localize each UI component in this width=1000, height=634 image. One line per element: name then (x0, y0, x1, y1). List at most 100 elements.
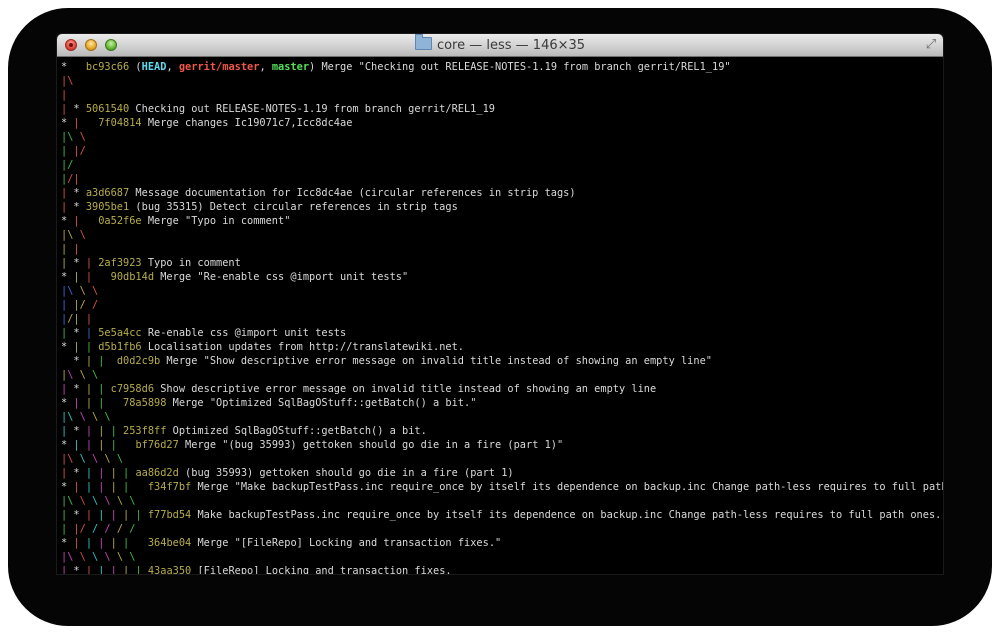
log-segment: Typo in comment (141, 257, 241, 269)
log-segment: | (61, 145, 74, 157)
log-segment: | (61, 201, 74, 213)
terminal-window[interactable]: core — less — 146×35 ⤢ * bc93c66 (HEAD, … (57, 34, 943, 574)
log-segment: Merge "[FileRepo] Locking and transactio… (191, 537, 502, 549)
log-line: | * | | | | aa86d2d (bug 35993) gettoken… (61, 466, 943, 480)
log-segment: | (61, 103, 74, 115)
log-segment: 2af3923 (98, 257, 142, 269)
log-segment: \ (116, 495, 130, 507)
log-line: |\ \ \ \ (61, 410, 943, 424)
log-line: |/| | (61, 312, 943, 326)
log-line: * | 7f04814 Merge changes Ic19071c7,Icc8… (61, 116, 943, 130)
window-title: core — less — 146×35 (436, 38, 586, 53)
log-segment: \ (129, 495, 136, 507)
log-segment: master (271, 61, 310, 73)
log-segment: | (61, 565, 74, 574)
log-segment: \ (104, 411, 111, 423)
log-line: | | (61, 242, 943, 256)
log-segment: \ (104, 453, 117, 465)
log-segment: / (79, 523, 93, 535)
log-line: | * a3d6687 Message documentation for Ic… (61, 186, 943, 200)
log-segment: | (73, 341, 86, 353)
log-segment: bf76d27 (135, 439, 179, 451)
log-segment: (bug 35315) Detect circular references i… (129, 201, 458, 213)
log-segment: | (123, 481, 148, 493)
log-segment: | (61, 425, 74, 437)
log-line: | * | | c7958d6 Show descriptive error m… (61, 382, 943, 396)
log-segment: \ (92, 369, 99, 381)
log-segment: , (259, 61, 272, 73)
log-segment: \ (67, 411, 80, 423)
log-segment: \ (67, 75, 74, 87)
log-segment: | (123, 537, 148, 549)
log-segment: \ (92, 453, 105, 465)
log-line: | |/ / / / / (61, 522, 943, 536)
log-line: |\ \ \ \ \ \ (61, 494, 943, 508)
log-segment: | (123, 565, 136, 574)
log-segment: \ (67, 495, 80, 507)
log-line: * | | | 78a5898 Merge "Optimized SqlBagO… (61, 396, 943, 410)
log-segment: * (61, 537, 74, 549)
log-segment: Merge "Make backupTestPass.inc require_o… (191, 481, 943, 493)
log-line: |\ \ \ \ \ (61, 452, 943, 466)
log-segment: | (85, 467, 99, 479)
log-segment: \ (79, 495, 93, 507)
log-segment: * (61, 341, 74, 353)
log-segment: Merge changes Ic19071c7,Icc8dc4ae (141, 117, 353, 129)
log-segment: \ (104, 495, 117, 507)
log-line: * | | d5b1fb6 Localisation updates from … (61, 340, 943, 354)
log-segment: | (85, 355, 99, 367)
log-segment: Merge "Show descriptive error message on… (160, 355, 712, 367)
log-segment: ( (129, 61, 142, 73)
window-title-area: core — less — 146×35 (57, 34, 943, 54)
log-segment: | (110, 425, 124, 437)
log-segment: | (98, 467, 111, 479)
log-segment: / (79, 299, 93, 311)
log-segment: \ (116, 453, 124, 465)
log-segment: | (61, 243, 74, 255)
log-segment: | (110, 565, 124, 574)
log-segment: | (98, 565, 111, 574)
log-segment: d0d2c9b (116, 355, 161, 367)
log-segment: \ (67, 285, 80, 297)
log-line: | (61, 88, 943, 102)
log-line: | * | | | | | 43aa350 [FileRepo] Locking… (61, 564, 943, 574)
log-segment: | (73, 173, 80, 185)
log-segment: * (73, 257, 86, 269)
log-line: * | | 90db14d Merge "Re-enable css @impo… (61, 270, 943, 284)
log-segment: / (129, 523, 136, 535)
log-line: * | | | | | f34f7bf Merge "Make backupTe… (61, 480, 943, 494)
title-bar[interactable]: core — less — 146×35 ⤢ (57, 34, 943, 57)
log-line: | * | | | | | f77bd54 Make backupTestPas… (61, 508, 943, 522)
log-segment: | (110, 537, 124, 549)
log-segment: 90db14d (110, 271, 155, 283)
log-segment: * (61, 61, 86, 73)
log-segment: | (110, 439, 136, 451)
log-segment: | (110, 467, 124, 479)
log-segment: | (110, 509, 124, 521)
log-segment: d5b1fb6 (98, 341, 142, 353)
log-segment: 5061540 (85, 103, 130, 115)
log-segment: 0a52f6e (98, 215, 142, 227)
log-segment: | (135, 509, 148, 521)
log-segment: 3905be1 (85, 201, 130, 213)
log-segment: * (61, 215, 74, 227)
log-segment: | (73, 481, 86, 493)
log-line: |\ \ \ \ \ \ (61, 550, 943, 564)
log-line: * | | | | | 364be04 Merge "[FileRepo] Lo… (61, 536, 943, 550)
log-segment: * (73, 467, 86, 479)
log-segment: \ (67, 229, 80, 241)
terminal-output[interactable]: * bc93c66 (HEAD, gerrit/master, master) … (61, 60, 943, 574)
log-segment: 43aa350 (147, 565, 192, 574)
log-segment: * (73, 383, 86, 395)
log-segment: | (73, 313, 86, 325)
log-segment: | (123, 467, 136, 479)
log-segment: Localisation updates from http://transla… (141, 341, 464, 353)
log-line: |\ \ (61, 130, 943, 144)
log-segment: | (85, 565, 99, 574)
log-segment: | (98, 397, 124, 409)
log-line: * | | | | bf76d27 Merge "(bug 35993) get… (61, 438, 943, 452)
fullscreen-icon[interactable]: ⤢ (924, 38, 938, 52)
log-segment: \ (92, 411, 105, 423)
log-line: |\ \ \ (61, 284, 943, 298)
log-segment: Checking out RELEASE-NOTES-1.19 from bra… (129, 103, 495, 115)
